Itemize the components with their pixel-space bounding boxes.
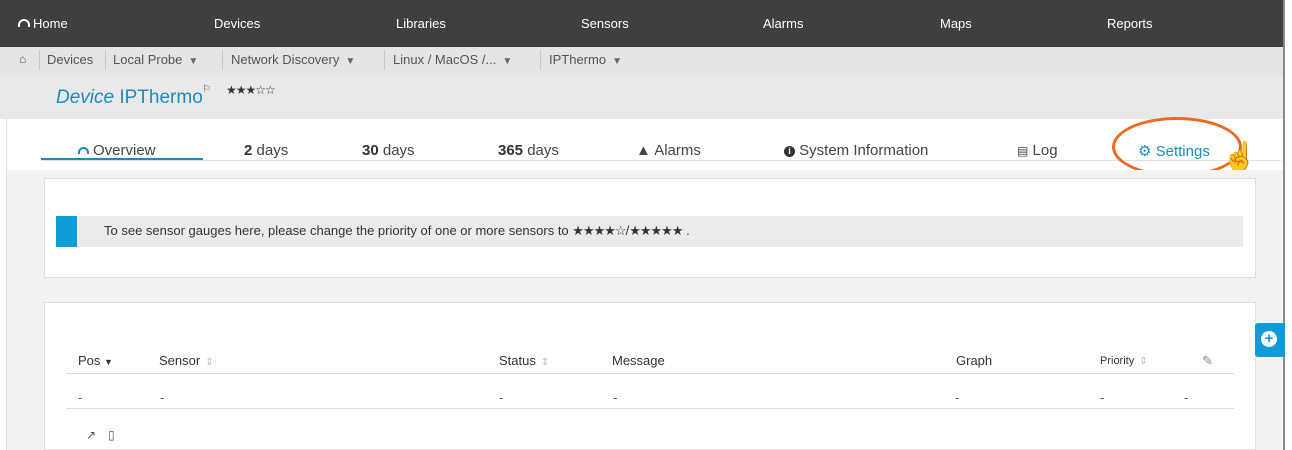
divider	[105, 50, 106, 70]
top-navigation: Home Devices Libraries Sensors Alarms Ma…	[0, 0, 1292, 47]
tab-30-days[interactable]: 30 days	[362, 142, 415, 159]
add-button[interactable]: +	[1255, 323, 1285, 357]
breadcrumb-linux-macos[interactable]: Linux / MacOS /... ▼	[393, 52, 512, 67]
tab-system-information[interactable]: i System Information	[784, 142, 928, 159]
column-graph: Graph	[956, 353, 993, 368]
list-icon: ▤	[1017, 144, 1029, 158]
notice-text: To see sensor gauges here, please change…	[104, 223, 690, 238]
tab-alarms[interactable]: ▲ Alarms	[636, 142, 701, 159]
column-priority[interactable]: Priority ⇕	[1100, 355, 1148, 367]
tab-2-days[interactable]: 2 days	[244, 142, 288, 159]
header-divider	[66, 373, 1234, 374]
sort-icon: ⇕	[1139, 356, 1148, 367]
nav-devices[interactable]: Devices	[214, 16, 260, 31]
warning-icon: ▲	[636, 142, 651, 159]
gauge-notice: To see sensor gauges here, please change…	[56, 216, 1243, 247]
table-cell: -	[1184, 390, 1189, 405]
tab-bar: Overview 2 days 30 days 365 days ▲ Alarm…	[0, 119, 1283, 169]
row-divider	[66, 408, 1234, 409]
device-header: Device IPThermo ⚐ ★★★☆☆	[0, 75, 1283, 119]
column-sensor[interactable]: Sensor ⇕	[159, 353, 214, 368]
nav-sensors[interactable]: Sensors	[581, 16, 629, 31]
table-cell: -	[499, 390, 504, 405]
notice-accent-bar	[56, 216, 77, 247]
caret-down-icon: ▼	[502, 56, 513, 67]
column-message: Message	[612, 353, 665, 368]
window-edge	[1283, 0, 1292, 450]
nav-maps[interactable]: Maps	[940, 16, 972, 31]
nav-home[interactable]: Home	[18, 16, 68, 31]
priority-stars[interactable]: ★★★☆☆	[226, 83, 276, 97]
nav-alarms[interactable]: Alarms	[763, 16, 803, 31]
caret-down-icon: ▼	[188, 56, 199, 67]
breadcrumb-ipthermo[interactable]: IPThermo ▼	[549, 52, 622, 67]
caret-down-icon: ▼	[612, 56, 622, 67]
divider	[222, 50, 223, 70]
divider	[540, 50, 541, 70]
gauge-icon	[18, 19, 30, 27]
column-pos[interactable]: Pos ▼	[78, 353, 113, 368]
gauge-icon	[78, 147, 89, 154]
table-cell: -	[613, 390, 618, 405]
plus-icon: +	[1261, 331, 1277, 347]
breadcrumb: ⌂ Devices Local Probe ▼ Network Discovery…	[0, 47, 1283, 75]
sensors-panel	[44, 302, 1256, 450]
table-cell: -	[160, 390, 165, 405]
sort-desc-icon: ▼	[104, 357, 113, 367]
breadcrumb-devices[interactable]: Devices	[47, 52, 93, 67]
device-title: Device IPThermo	[56, 87, 203, 108]
tab-log[interactable]: ▤ Log	[1017, 142, 1058, 159]
external-link-icon[interactable]: ↗	[86, 428, 96, 442]
nav-libraries[interactable]: Libraries	[396, 16, 446, 31]
tab-divider	[41, 160, 1281, 161]
breadcrumb-network-discovery[interactable]: Network Discovery ▼	[231, 52, 355, 67]
home-icon[interactable]: ⌂	[19, 52, 26, 66]
info-icon: i	[784, 146, 795, 157]
table-cell: -	[1100, 390, 1105, 405]
table-cell: -	[78, 390, 83, 405]
flag-icon[interactable]: ⚐	[202, 84, 211, 95]
column-status[interactable]: Status ⇕	[499, 353, 549, 368]
tab-365-days[interactable]: 365 days	[498, 142, 559, 159]
nav-reports[interactable]: Reports	[1107, 16, 1153, 31]
divider	[384, 50, 385, 70]
table-cell: -	[955, 390, 960, 405]
sort-icon: ⇕	[205, 357, 214, 368]
tab-overview[interactable]: Overview	[78, 142, 156, 159]
page-left-gutter	[0, 119, 7, 450]
edit-icon[interactable]: ✎	[1202, 353, 1213, 369]
divider	[39, 50, 40, 70]
csv-file-icon[interactable]: ▯	[108, 428, 115, 442]
hand-cursor-icon: ☝	[1222, 141, 1257, 172]
sort-icon: ⇕	[540, 357, 550, 368]
breadcrumb-local-probe[interactable]: Local Probe ▼	[113, 52, 198, 67]
caret-down-icon: ▼	[345, 56, 356, 67]
